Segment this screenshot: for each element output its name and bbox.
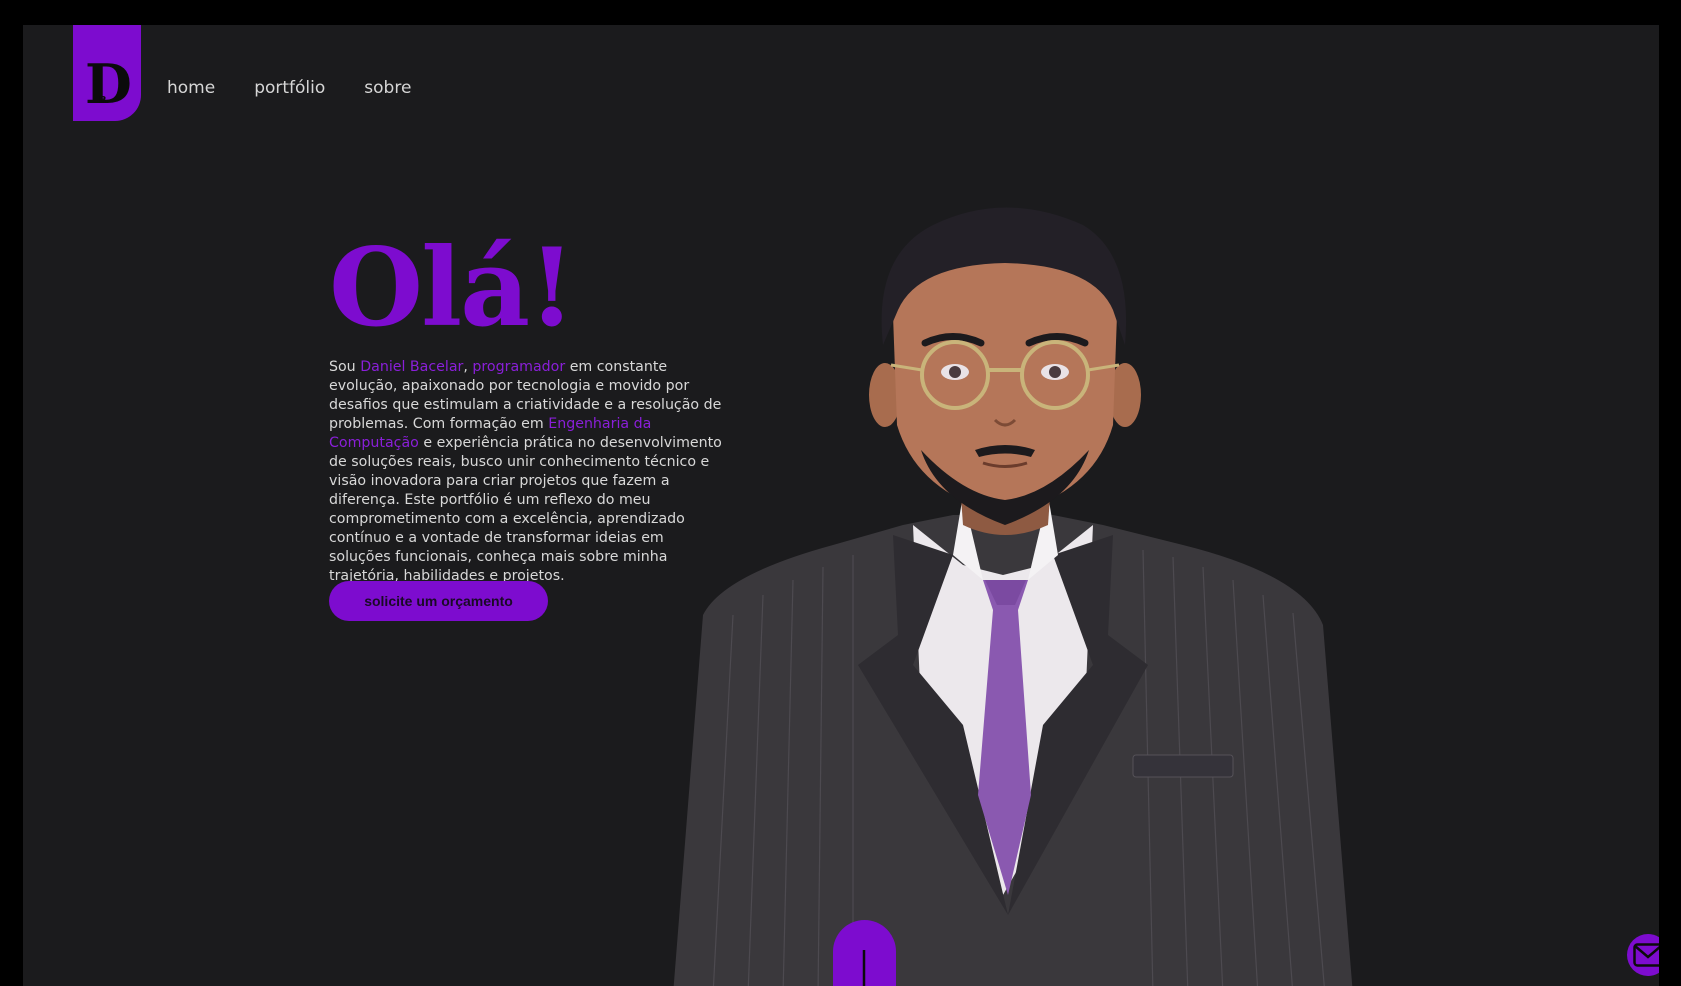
nav-item-portfolio[interactable]: portfólio (254, 75, 325, 101)
nav-item-home[interactable]: home (167, 75, 215, 101)
contact-mail-button[interactable] (1627, 934, 1659, 976)
logo-letter: D (85, 52, 132, 116)
bio-name-highlight: Daniel Bacelar (360, 359, 464, 375)
hero-title: Olá! (329, 225, 575, 351)
logo[interactable]: D B (73, 25, 141, 121)
arrow-down-icon (862, 950, 866, 986)
bio-role-highlight: programador (472, 359, 566, 375)
portrait-illustration (673, 207, 1353, 986)
scroll-down-button[interactable] (833, 920, 896, 986)
page-frame: D B home portfólio sobre Olá! Sou Daniel… (23, 25, 1659, 986)
request-quote-button[interactable]: solicite um orçamento (329, 581, 548, 621)
bio-text-1: Sou (329, 359, 361, 375)
main-nav: home portfólio sobre (167, 75, 450, 101)
nav-item-sobre[interactable]: sobre (364, 75, 411, 101)
mail-icon (1633, 943, 1659, 967)
logo-small-letters: B (99, 95, 107, 106)
